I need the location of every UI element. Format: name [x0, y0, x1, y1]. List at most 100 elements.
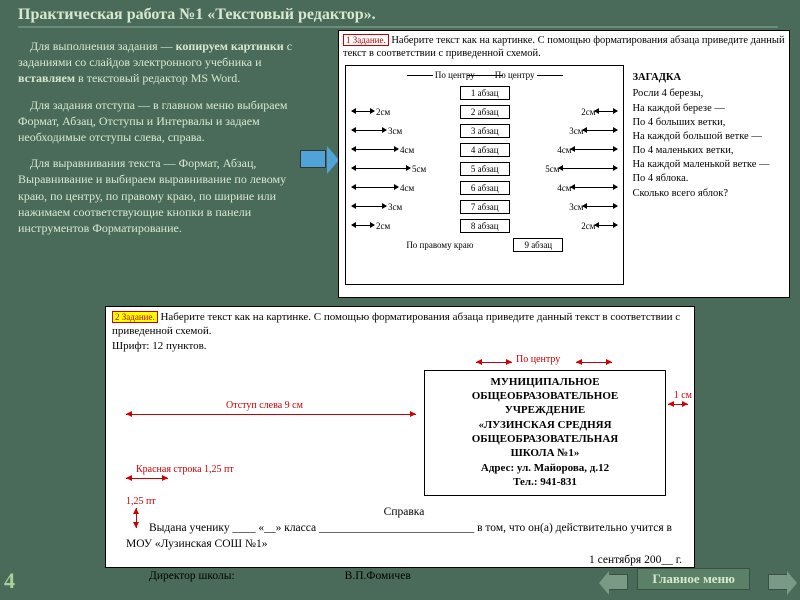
spravka-date: 1 сентября 200__ г. [126, 552, 682, 568]
spravka-body: Выдана ученику ____ «__» класса ________… [126, 520, 682, 552]
red-arrow-icon [668, 404, 688, 405]
indent-label: 3см [386, 126, 410, 136]
title-underline [18, 26, 778, 28]
text: «ЛУЗИНСКАЯ СРЕДНЯЯ [427, 418, 663, 432]
main-menu-button[interactable]: Главное меню [637, 568, 750, 590]
paragraph-box: 2 абзац [460, 105, 510, 119]
indent-arrow-icon [583, 130, 617, 131]
riddle-line: По 4 больших ветки, [632, 116, 783, 130]
task1-label: 1 Задание. [343, 34, 389, 46]
riddle-line: На каждой березе — [632, 102, 783, 116]
indent-label: 3см [559, 202, 583, 212]
director-name: В.П.Фомичев [345, 568, 411, 584]
text: ОБЩЕОБРАЗОВАТЕЛЬНОЕ [427, 389, 663, 403]
indent-label: 4см [398, 145, 422, 155]
task2-label: 2 Задание. [112, 311, 158, 323]
indent-label: 3см [386, 202, 410, 212]
instruction-p1: Для выполнения задания — копируем картин… [18, 38, 318, 87]
indent-arrow-icon [571, 149, 617, 150]
indent-arrow-icon [352, 187, 398, 188]
instructions-block: Для выполнения задания — копируем картин… [18, 38, 318, 246]
riddle-block: ЗАГАДКА Росли 4 березы,На каждой березе … [624, 65, 783, 285]
riddle-line: Сколько всего яблок? [632, 187, 783, 201]
indent-label: 3см [559, 126, 583, 136]
indent-label: 2см [571, 107, 595, 117]
indent-arrow-icon [352, 111, 374, 112]
annot-left-indent: Отступ слева 9 см [226, 400, 303, 411]
indent-label: 2см [374, 221, 398, 231]
red-arrow-icon [576, 362, 612, 363]
text: Тел.: 941-831 [427, 475, 663, 489]
task1-header: 1 Задание. Наберите текст как на картинк… [339, 31, 789, 63]
text: УЧРЕЖДЕНИЕ [427, 403, 663, 417]
center-label-right: По центру [495, 70, 535, 80]
text-bold: копируем картинки [176, 39, 284, 53]
indent-label: 2см [374, 107, 398, 117]
paragraph-row: 4см 4 абзац 4см [352, 140, 617, 159]
indent-arrow-icon [352, 206, 386, 207]
indent-label: 4см [547, 145, 571, 155]
indent-arrow-icon [583, 206, 617, 207]
indent-arrow-icon [559, 168, 617, 169]
indent-label: 5см [535, 164, 559, 174]
task1-text: Наберите текст как на картинке. С помощь… [343, 35, 785, 59]
arrow-right-icon [300, 150, 326, 168]
annot-redline: Красная строка 1,25 пт [136, 464, 234, 475]
indent-label: 2см [571, 221, 595, 231]
indent-label: 4см [547, 183, 571, 193]
paragraph-box: 8 абзац [460, 219, 510, 233]
right-align-label: По правому краю [406, 240, 473, 250]
indent-arrow-icon [571, 187, 617, 188]
text: Адрес: ул. Майорова, д.12 [427, 461, 663, 475]
indent-arrow-icon [352, 168, 410, 169]
riddle-line: На каждой маленькой ветке — [632, 158, 783, 172]
task1-diagram: По центру По центру 1 абзац2см2 абзац2см… [345, 65, 624, 285]
text: в текстовый редактор MS Word. [75, 71, 240, 85]
page-title: Практическая работа №1 «Текстовый редакт… [0, 0, 800, 26]
nav-back-button[interactable] [608, 574, 628, 590]
paragraph-box: 3 абзац [460, 124, 510, 138]
indent-arrow-icon [352, 225, 374, 226]
task2-scheme: По центру Отступ слева 9 см 1 см Красная… [106, 356, 694, 571]
red-arrow-icon [126, 478, 168, 479]
task1-panel: 1 Задание. Наберите текст как на картинк… [338, 30, 790, 298]
indent-arrow-icon [595, 225, 617, 226]
text: ОБЩЕОБРАЗОВАТЕЛЬНАЯ [427, 432, 663, 446]
text-bold: вставляем [18, 71, 75, 85]
riddle-line: По 4 маленьких ветки, [632, 144, 783, 158]
text: ШКОЛА №1» [427, 446, 663, 460]
paragraph-row: 2см 8 абзац 2см [352, 216, 617, 235]
riddle-title: ЗАГАДКА [632, 71, 783, 85]
indent-arrow-icon [352, 130, 386, 131]
indent-label: 4см [398, 183, 422, 193]
riddle-line: По 4 яблока. [632, 172, 783, 186]
riddle-line: Росли 4 березы, [632, 87, 783, 101]
text: Для выполнения задания — [30, 39, 176, 53]
paragraph-box-9: 9 абзац [513, 238, 563, 252]
task2-header: 2 Задание. Наберите текст как на картинк… [106, 307, 694, 356]
riddle-line: На каждой большой ветке — [632, 130, 783, 144]
annot-center: По центру [516, 354, 560, 365]
paragraph-box: 6 абзац [460, 181, 510, 195]
red-arrow-icon [126, 414, 416, 415]
letterhead-block: МУНИЦИПАЛЬНОЕ ОБЩЕОБРАЗОВАТЕЛЬНОЕ УЧРЕЖД… [424, 370, 666, 496]
indent-arrow-icon [595, 111, 617, 112]
paragraph-row: 1 абзац [352, 83, 617, 102]
paragraph-box: 4 абзац [460, 143, 510, 157]
paragraph-box: 1 абзац [460, 86, 510, 100]
indent-arrow-icon [352, 149, 398, 150]
task2-text: Наберите текст как на картинке. С помощь… [112, 311, 680, 337]
page-number: 4 [4, 568, 15, 594]
indent-label: 5см [410, 164, 434, 174]
paragraph-row: 5см 5 абзац 5см [352, 159, 617, 178]
paragraph-row: 3см 7 абзац 3см [352, 197, 617, 216]
paragraph-box: 7 абзац [460, 200, 510, 214]
task2-panel: 2 Задание. Наберите текст как на картинк… [105, 306, 695, 568]
paragraph-row: 2см 2 абзац 2см [352, 102, 617, 121]
paragraph-box: 5 абзац [460, 162, 510, 176]
instruction-p2: Для задания отступа — в главном меню выб… [18, 97, 318, 146]
red-arrow-icon [476, 362, 512, 363]
director-label: Директор школы: [149, 568, 235, 584]
nav-forward-button[interactable] [768, 574, 788, 590]
task2-font-note: Шрифт: 12 пунктов. [112, 340, 207, 352]
